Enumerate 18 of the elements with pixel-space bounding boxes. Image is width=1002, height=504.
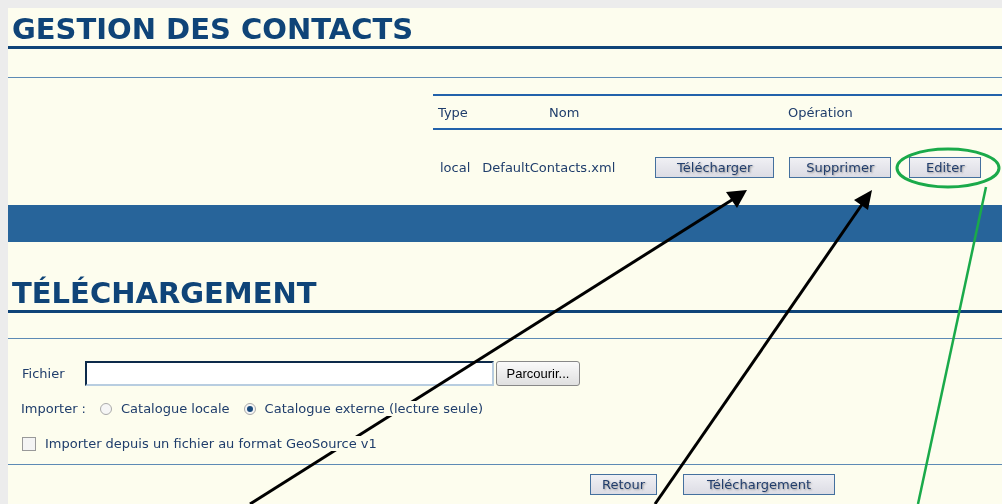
radio-label: Catalogue externe (lecture seule) [264,401,483,416]
field-label: Importer : [21,401,86,416]
form-button[interactable]: Retour [590,474,657,495]
column-header: Nom [549,104,581,120]
section-title: TÉLÉCHARGEMENT [8,272,1002,313]
table-action-button[interactable]: Supprimer [789,157,892,178]
radio-label: Catalogue locale [121,401,230,416]
browse-button[interactable]: Parcourir... [495,361,581,386]
table-cell: DefaultContacts.xml [482,160,616,175]
column-header: Type [438,104,469,120]
form-button[interactable]: Téléchargement [683,474,835,495]
section-title: GESTION DES CONTACTS [8,8,1002,49]
field-label: Fichier [22,366,65,381]
checkbox-label: Importer depuis un fichier au format GeoSource v1 [45,436,377,451]
table-action-button[interactable]: Editer [909,157,982,178]
table-cell: local [440,160,471,175]
table-action-button[interactable]: Télécharger [655,157,775,178]
column-header: Opération [788,104,854,120]
